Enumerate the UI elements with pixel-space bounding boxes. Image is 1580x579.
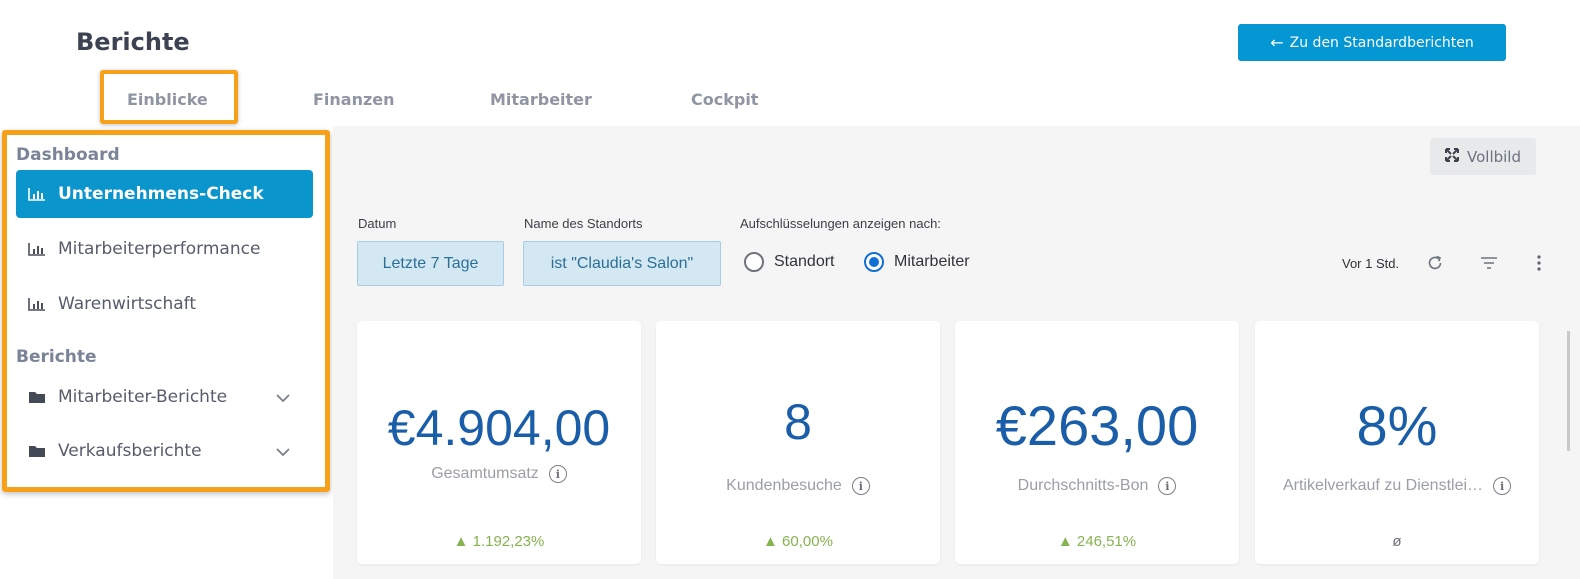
kpi-label-text: Artikelverkauf zu Dienstlei… [1282,477,1484,494]
page-title: Berichte [76,28,190,56]
dashboard-main: Vollbild Datum Letzte 7 Tage Name des St… [333,126,1580,579]
tab-einblicke[interactable]: Einblicke [127,90,208,109]
kpi-label: Kundenbesuche i [656,477,940,495]
kpi-label: Artikelverkauf zu Dienstlei… i [1255,477,1539,495]
kpi-change: ▲ 60,00% [763,533,833,550]
location-filter-chip[interactable]: ist "Claudia's Salon" [523,241,721,286]
radio-label: Standort [774,253,835,270]
tab-cockpit[interactable]: Cockpit [691,90,758,109]
more-options-icon[interactable] [1528,252,1550,274]
info-icon[interactable]: i [1158,477,1177,495]
filter-icon[interactable] [1478,252,1500,274]
kpi-label: Durchschnitts-Bon i [955,477,1239,495]
radio-button-checked[interactable] [864,252,884,272]
date-filter-chip[interactable]: Letzte 7 Tage [357,241,504,286]
info-icon[interactable]: i [548,465,567,483]
kpi-value: 8% [1356,394,1438,457]
expand-icon [1445,147,1459,166]
kpi-value: €263,00 [995,394,1199,457]
kpi-card-durchschnitts-bon: €263,00 Durchschnitts-Bon i ▲ 246,51% [955,321,1239,564]
refresh-icon[interactable] [1424,252,1446,274]
kpi-label: Gesamtumsatz i [357,465,641,483]
kpi-change: ▲ 246,51% [1057,533,1137,550]
info-icon[interactable]: i [851,477,870,495]
reports-page: Berichte ← Zu den Standardberichten Einb… [0,0,1580,579]
radio-button[interactable] [744,252,764,272]
date-filter-label: Datum [358,216,397,231]
kpi-label-text: Gesamtumsatz [431,465,539,482]
arrow-left-icon: ← [1270,32,1284,52]
kpi-label-text: Kundenbesuche [726,477,842,494]
back-to-standard-reports-button[interactable]: ← Zu den Standardberichten [1238,24,1506,61]
kpi-card-kundenbesuche: 8 Kundenbesuche i ▲ 60,00% [656,321,940,564]
info-icon[interactable]: i [1493,477,1512,495]
last-updated-text: Vor 1 Std. [1342,256,1400,271]
tab-mitarbeiter[interactable]: Mitarbeiter [490,90,592,109]
back-button-label: Zu den Standardberichten [1289,34,1474,51]
radio-mitarbeiter[interactable]: Mitarbeiter [864,252,970,272]
kpi-change: ▲ 1.192,23% [453,533,545,550]
fullscreen-label: Vollbild [1467,147,1521,166]
kpi-change: ø [1392,533,1402,550]
tab-finanzen[interactable]: Finanzen [313,90,395,109]
kpi-card-artikelverkauf: 8% Artikelverkauf zu Dienstlei… i ø [1255,321,1539,564]
location-filter-label: Name des Standorts [524,216,643,231]
kpi-card-gesamtumsatz: €4.904,00 Gesamtumsatz i ▲ 1.192,23% [357,321,641,564]
fullscreen-button[interactable]: Vollbild [1430,138,1536,175]
sidebar-highlight-frame [2,130,330,492]
kpi-value: €4.904,00 [387,400,611,456]
kpi-label-text: Durchschnitts-Bon [1017,477,1149,494]
breakdown-label: Aufschlüsselungen anzeigen nach: [740,216,941,231]
radio-label: Mitarbeiter [894,253,970,270]
radio-standort[interactable]: Standort [744,252,834,272]
scrollbar[interactable] [1567,331,1570,451]
kpi-value: 8 [784,394,812,450]
